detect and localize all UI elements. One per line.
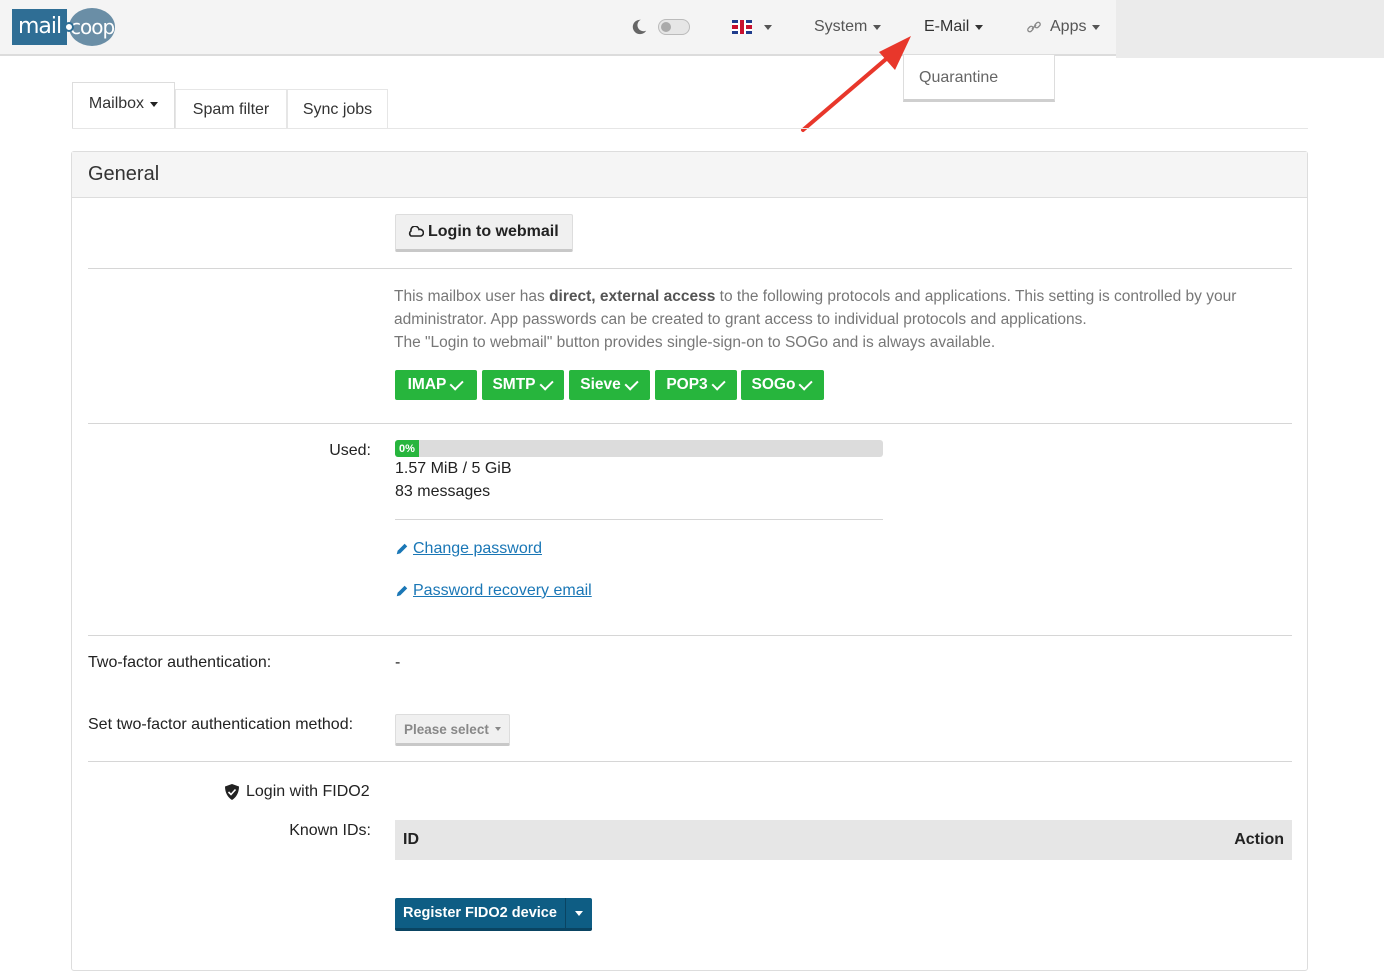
panel-title: General bbox=[72, 152, 1307, 198]
chevron-down-icon bbox=[1092, 24, 1101, 30]
toggle-switch[interactable] bbox=[658, 19, 690, 35]
chevron-down-icon bbox=[873, 24, 882, 30]
chevron-down-icon bbox=[764, 24, 772, 30]
tab-mailbox[interactable]: Mailbox bbox=[72, 82, 175, 129]
nav-email-label: E-Mail bbox=[924, 18, 970, 35]
access-description: This mailbox user has direct, external a… bbox=[394, 288, 1237, 351]
logo-text-right: coop bbox=[69, 8, 115, 46]
change-password-link[interactable]: Change password bbox=[395, 540, 542, 558]
chevron-down-icon bbox=[150, 102, 159, 107]
password-recovery-link[interactable]: Password recovery email bbox=[395, 582, 592, 600]
fido-heading: Login with FIDO2 bbox=[224, 783, 370, 801]
moon-icon bbox=[632, 19, 647, 35]
fido-table-header: ID Action bbox=[395, 820, 1292, 860]
tfa-method-label: Set two-factor authentication method: bbox=[88, 716, 354, 733]
check-icon bbox=[449, 376, 465, 391]
used-label: Used: bbox=[329, 442, 371, 459]
annotation-arrow bbox=[801, 36, 911, 132]
tab-mailbox-label: Mailbox bbox=[88, 95, 145, 112]
quota-progress: 0% bbox=[395, 440, 883, 457]
logo-text-left: mail bbox=[12, 9, 68, 45]
chevron-down-icon bbox=[975, 24, 984, 30]
link-icon bbox=[1027, 21, 1041, 33]
pencil-icon bbox=[396, 543, 408, 555]
nav-email[interactable]: E-Mail bbox=[924, 0, 984, 54]
top-navbar: mail coop System E-Mail Apps bbox=[0, 0, 1116, 56]
email-dropdown-menu: Quarantine bbox=[903, 54, 1055, 102]
tfa-value: - bbox=[395, 654, 401, 671]
protocol-badge-imap: IMAP bbox=[395, 370, 477, 400]
tab-sync-jobs-label: Sync jobs bbox=[302, 100, 373, 118]
check-icon bbox=[798, 376, 814, 391]
protocol-badge-smtp: SMTP bbox=[482, 370, 564, 400]
usage-messages: 83 messages bbox=[395, 483, 491, 500]
tfa-label: Two-factor authentication: bbox=[88, 654, 272, 671]
col-id: ID bbox=[403, 831, 419, 848]
protocol-badge-sogo: SOGo bbox=[741, 370, 824, 400]
quota-progress-bar: 0% bbox=[395, 440, 419, 457]
mailcoop-logo[interactable]: mail coop bbox=[12, 8, 115, 46]
dark-mode-toggle[interactable] bbox=[630, 0, 690, 54]
usage-size: 1.57 MiB / 5 GiB bbox=[395, 460, 512, 477]
login-webmail-button[interactable]: Login to webmail bbox=[395, 214, 573, 252]
register-fido-button-group: Register FIDO2 device bbox=[395, 898, 592, 931]
tab-spam-filter[interactable]: Spam filter bbox=[175, 89, 287, 129]
protocol-badge-sieve: Sieve bbox=[569, 370, 650, 400]
register-fido-dropdown[interactable] bbox=[566, 898, 592, 928]
protocol-badge-pop3: POP3 bbox=[655, 370, 737, 400]
tab-sync-jobs[interactable]: Sync jobs bbox=[287, 89, 388, 129]
check-icon bbox=[539, 376, 554, 391]
language-dropdown[interactable] bbox=[732, 0, 772, 54]
known-ids-label: Known IDs: bbox=[289, 822, 371, 839]
menu-item-quarantine[interactable]: Quarantine bbox=[919, 69, 998, 87]
tfa-method-select[interactable]: Please select bbox=[395, 714, 510, 746]
chevron-down-icon bbox=[494, 727, 501, 731]
col-action: Action bbox=[1234, 831, 1284, 848]
shield-icon bbox=[225, 784, 239, 800]
cloud-icon bbox=[408, 226, 424, 237]
nav-apps[interactable]: Apps bbox=[1026, 0, 1101, 54]
register-fido-button[interactable]: Register FIDO2 device bbox=[395, 898, 566, 928]
pencil-icon bbox=[396, 585, 408, 597]
chevron-down-icon bbox=[574, 910, 583, 916]
nav-apps-label: Apps bbox=[1050, 18, 1087, 35]
uk-flag-icon bbox=[732, 20, 752, 34]
tab-spam-filter-label: Spam filter bbox=[192, 100, 270, 118]
check-icon bbox=[624, 376, 639, 391]
check-icon bbox=[711, 376, 726, 391]
